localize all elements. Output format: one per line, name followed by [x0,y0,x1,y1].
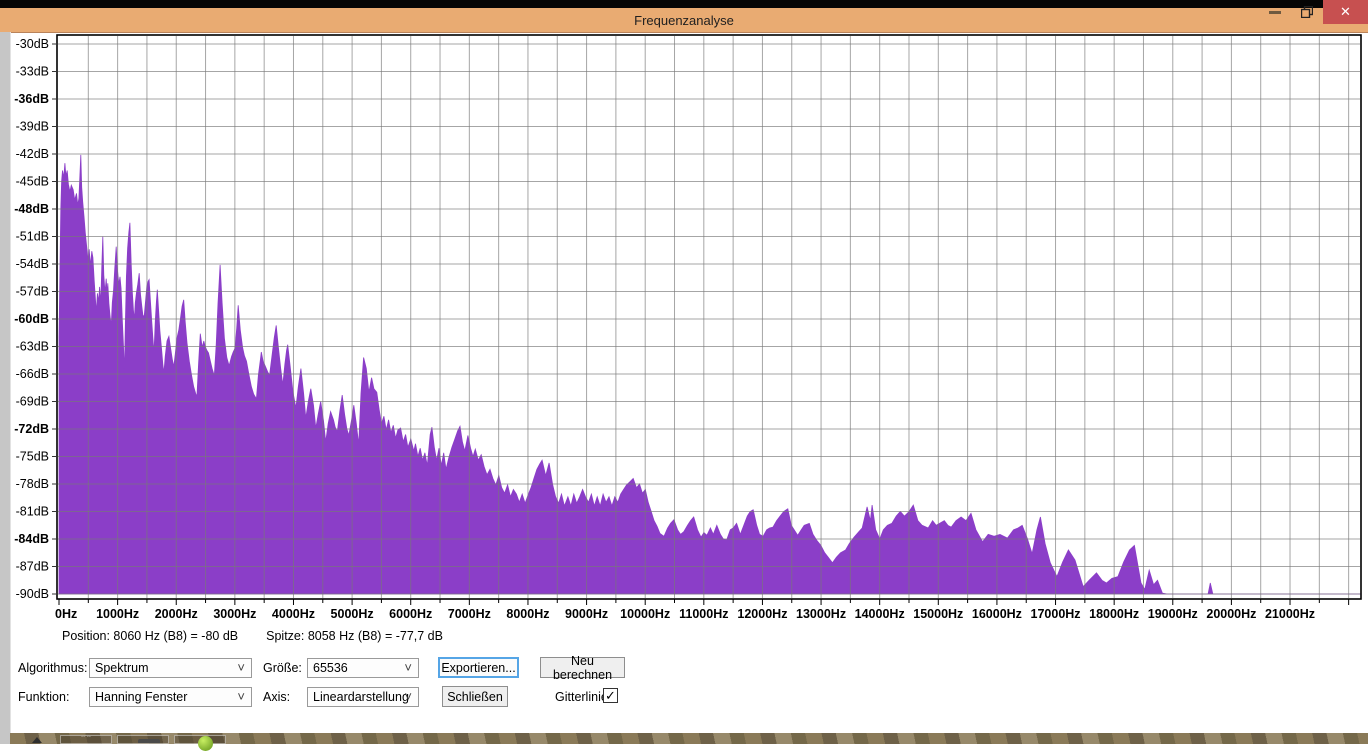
algorithm-value: Spektrum [95,661,149,675]
y-axis-tick-label: -90dB [16,587,49,601]
function-select[interactable]: Hanning Fenster ˅ [89,687,252,707]
status-bar: Position: 8060 Hz (B8) = -80 dB Spitze: 8… [62,629,471,643]
x-axis-tick-label: 8000Hz [506,607,549,621]
spectrum-plot[interactable]: -30dB -33dB -36dB -39dB -42dB -45dB -48dB -51dB… [0,0,1368,626]
y-axis-tick-label: -54dB [16,257,49,271]
size-label: Größe: [263,661,302,675]
x-axis-tick-label: 15000Hz [913,607,963,621]
x-axis-tick-label: 21000Hz [1265,607,1315,621]
chevron-down-icon: ˅ [404,660,412,675]
x-axis-tick-label: 19000Hz [1148,607,1198,621]
x-axis-tick-label: 20000Hz [1206,607,1256,621]
y-axis-tick-label: -72dB [14,422,49,436]
y-axis-tick-label: -75dB [16,450,49,464]
chevron-down-icon: ˅ [237,660,245,675]
y-axis-tick-label: -45dB [16,175,49,189]
y-axis-tick-label: -78dB [16,477,49,491]
taskbar-strip: ⌃⌃ [10,733,1368,751]
close-dialog-button[interactable]: Schließen [442,686,508,707]
x-axis-tick-label: 14000Hz [855,607,905,621]
function-label: Funktion: [18,690,70,704]
y-axis-tick-label: -63dB [16,340,49,354]
y-axis-tick-label: -57dB [16,285,49,299]
y-axis-tick-label: -84dB [14,532,49,546]
y-axis-tick-label: -81dB [16,505,49,519]
y-axis-tick-label: -39dB [16,120,49,134]
export-button[interactable]: Exportieren... [438,657,519,678]
x-axis-tick-label: 17000Hz [1031,607,1081,621]
x-axis-tick-label: 6000Hz [389,607,432,621]
y-axis-tick-label: -66dB [16,367,49,381]
axis-label: Axis: [263,690,291,704]
algorithm-select[interactable]: Spektrum ˅ [89,658,252,678]
peak-readout: Spitze: 8058 Hz (B8) = -77,7 dB [266,629,443,643]
y-axis-tick-label: -30dB [16,37,49,51]
chevron-down-icon: ˅ [404,689,412,704]
algorithm-label: Algorithmus: [18,661,88,675]
y-axis-tick-label: -42dB [16,147,49,161]
taskbar-app-icon [138,739,160,743]
check-icon: ✓ [605,688,616,703]
gridlines-checkbox[interactable]: ✓ [603,688,618,703]
y-axis-tick-label: -60dB [14,312,49,326]
x-axis-tick-label: 11000Hz [679,607,728,621]
x-axis-tick-label: 0Hz [55,607,77,621]
x-axis-tick-label: 9000Hz [565,607,608,621]
axis-select[interactable]: Lineardarstellung ˅ [307,687,419,707]
x-axis-tick-label: 5000Hz [331,607,374,621]
x-axis-tick-label: 18000Hz [1089,607,1139,621]
x-axis-tick-label: 16000Hz [972,607,1022,621]
y-axis-tick-label: -36dB [14,92,49,106]
x-axis-tick-label: 1000Hz [96,607,139,621]
chevron-down-icon: ˅ [237,689,245,704]
cursor-position-readout: Position: 8060 Hz (B8) = -80 dB [62,629,239,643]
y-axis-tick-label: -69dB [16,395,49,409]
taskbar-button[interactable] [117,735,169,744]
x-axis-tick-label: 10000Hz [620,607,670,621]
size-value: 65536 [313,661,348,675]
taskbar-button[interactable]: ⌃⌃ [60,735,112,744]
y-axis-tick-label: -51dB [16,230,49,244]
taskbar-arrow-icon[interactable] [32,737,42,743]
y-axis-tick-label: -48dB [14,202,49,216]
x-axis-tick-label: 13000Hz [796,607,846,621]
y-axis-tick-label: -87dB [16,560,49,574]
y-axis-tick-label: -33dB [16,65,49,79]
axis-value: Lineardarstellung [313,690,409,704]
function-value: Hanning Fenster [95,690,188,704]
x-axis-tick-label: 4000Hz [272,607,315,621]
x-axis-tick-label: 2000Hz [155,607,198,621]
x-axis-tick-label: 12000Hz [737,607,787,621]
x-axis-tick-label: 7000Hz [448,607,491,621]
recalculate-button[interactable]: Neu berechnen [540,654,625,682]
size-select[interactable]: 65536 ˅ [307,658,419,678]
x-axis-tick-label: 3000Hz [213,607,256,621]
